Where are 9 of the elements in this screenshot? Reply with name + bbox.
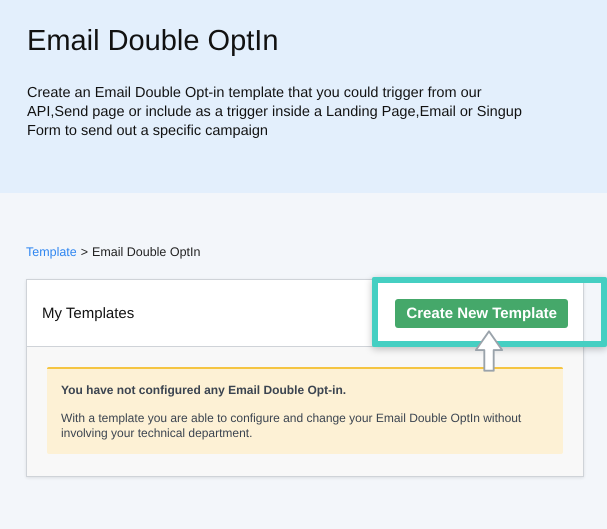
notice-heading: You have not configured any Email Double Opt-in. bbox=[61, 383, 348, 397]
breadcrumb-separator: > bbox=[80, 245, 88, 259]
breadcrumb-current: Email Double OptIn bbox=[92, 245, 200, 259]
create-template-button[interactable]: Create New Template bbox=[395, 298, 568, 328]
notice-text: With a template you are able to configure and change your Email Double OptIn without involving your technical department. bbox=[61, 411, 522, 441]
card-title: My Templates bbox=[42, 304, 134, 322]
page-description: Create an Email Double Opt-in template that you could trigger from our API,Send page or include as a trigger inside a Landing Page,Email or Singup Form to send out a specific campaign bbox=[27, 84, 523, 141]
page-title: Email Double OptIn bbox=[27, 25, 280, 58]
breadcrumb-link[interactable]: Template bbox=[26, 245, 77, 259]
